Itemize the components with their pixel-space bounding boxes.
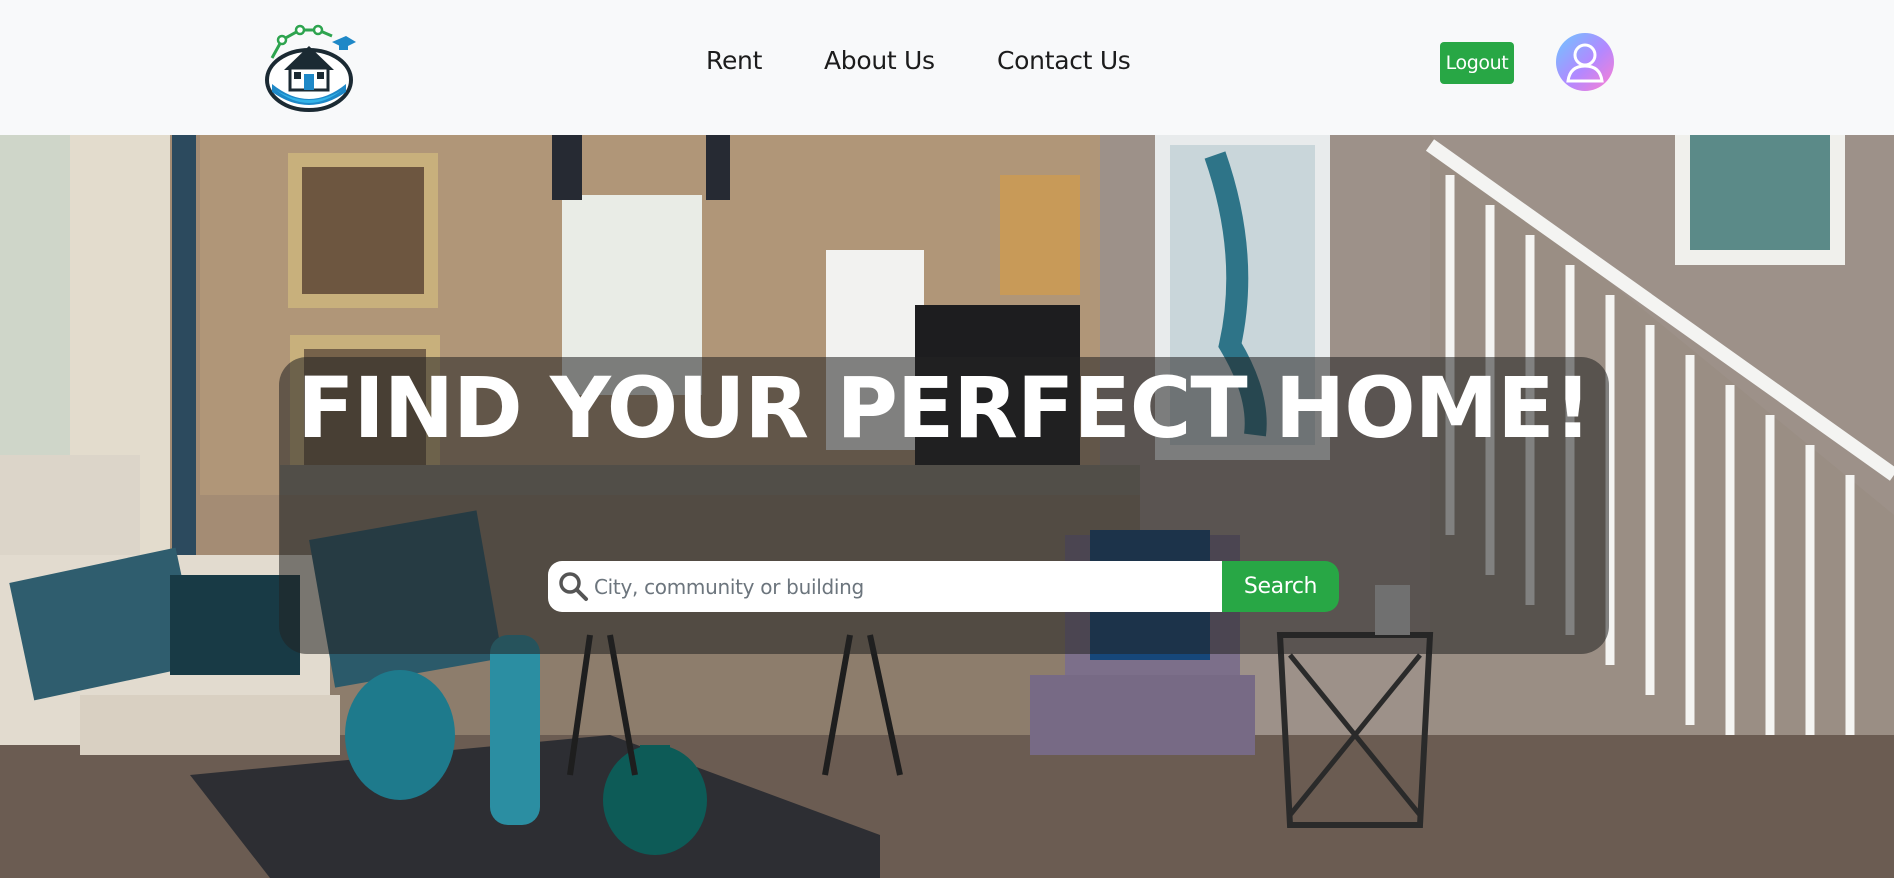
nav-link-rent[interactable]: Rent: [706, 46, 762, 75]
nav-link-about-us[interactable]: About Us: [824, 46, 935, 75]
site-logo[interactable]: [262, 18, 357, 113]
user-avatar-icon[interactable]: [1556, 33, 1614, 91]
search-button[interactable]: Search: [1222, 561, 1339, 612]
hero-title: FIND YOUR PERFECT HOME!: [297, 359, 1592, 457]
site-header: Rent About Us Contact Us Logout: [0, 0, 1894, 135]
logout-button[interactable]: Logout: [1440, 42, 1514, 84]
hero-section: FIND YOUR PERFECT HOME! Search: [0, 135, 1894, 878]
nav-link-contact-us[interactable]: Contact Us: [997, 46, 1131, 75]
search-input[interactable]: [594, 564, 1214, 609]
search-icon: [559, 572, 588, 601]
